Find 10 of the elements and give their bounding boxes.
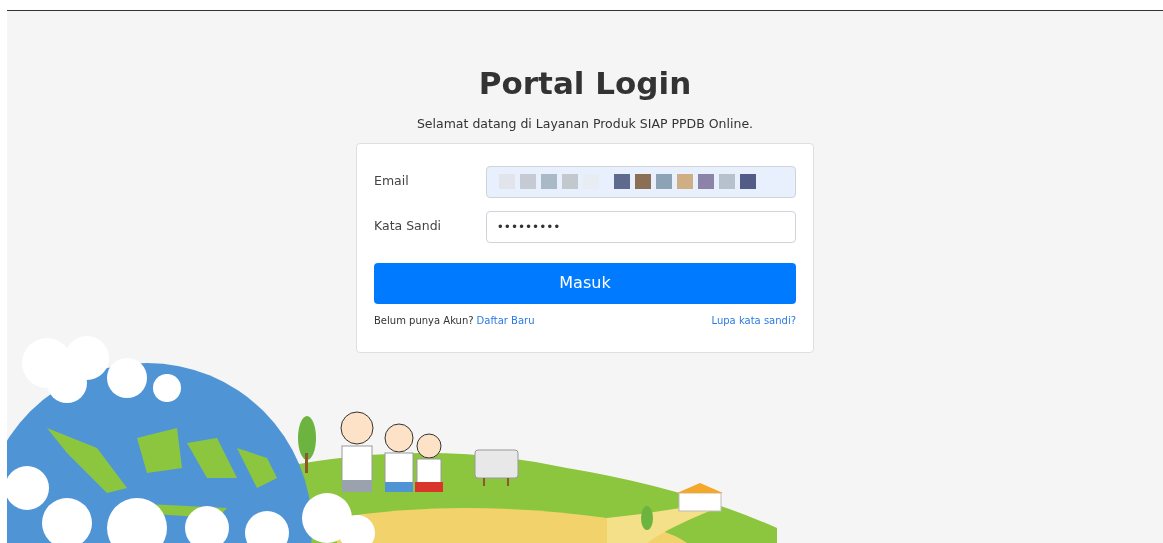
page-title: Portal Login	[478, 64, 692, 103]
password-field[interactable]: •••••••••	[485, 210, 796, 243]
field-label: Email	[374, 172, 410, 191]
register-prompt: Belum punya Akun?	[374, 313, 474, 328]
login-button[interactable]: Masuk	[374, 262, 796, 304]
field-label: Kata Sandi	[374, 217, 443, 236]
register-link[interactable]: Daftar Baru	[476, 312, 535, 328]
email-field[interactable]	[485, 165, 796, 198]
welcome-text: Selamat datang di Layanan Produk SIAP PPDB Online.	[416, 115, 754, 133]
forgot-password-link[interactable]: Lupa kata sandi?	[711, 312, 796, 328]
